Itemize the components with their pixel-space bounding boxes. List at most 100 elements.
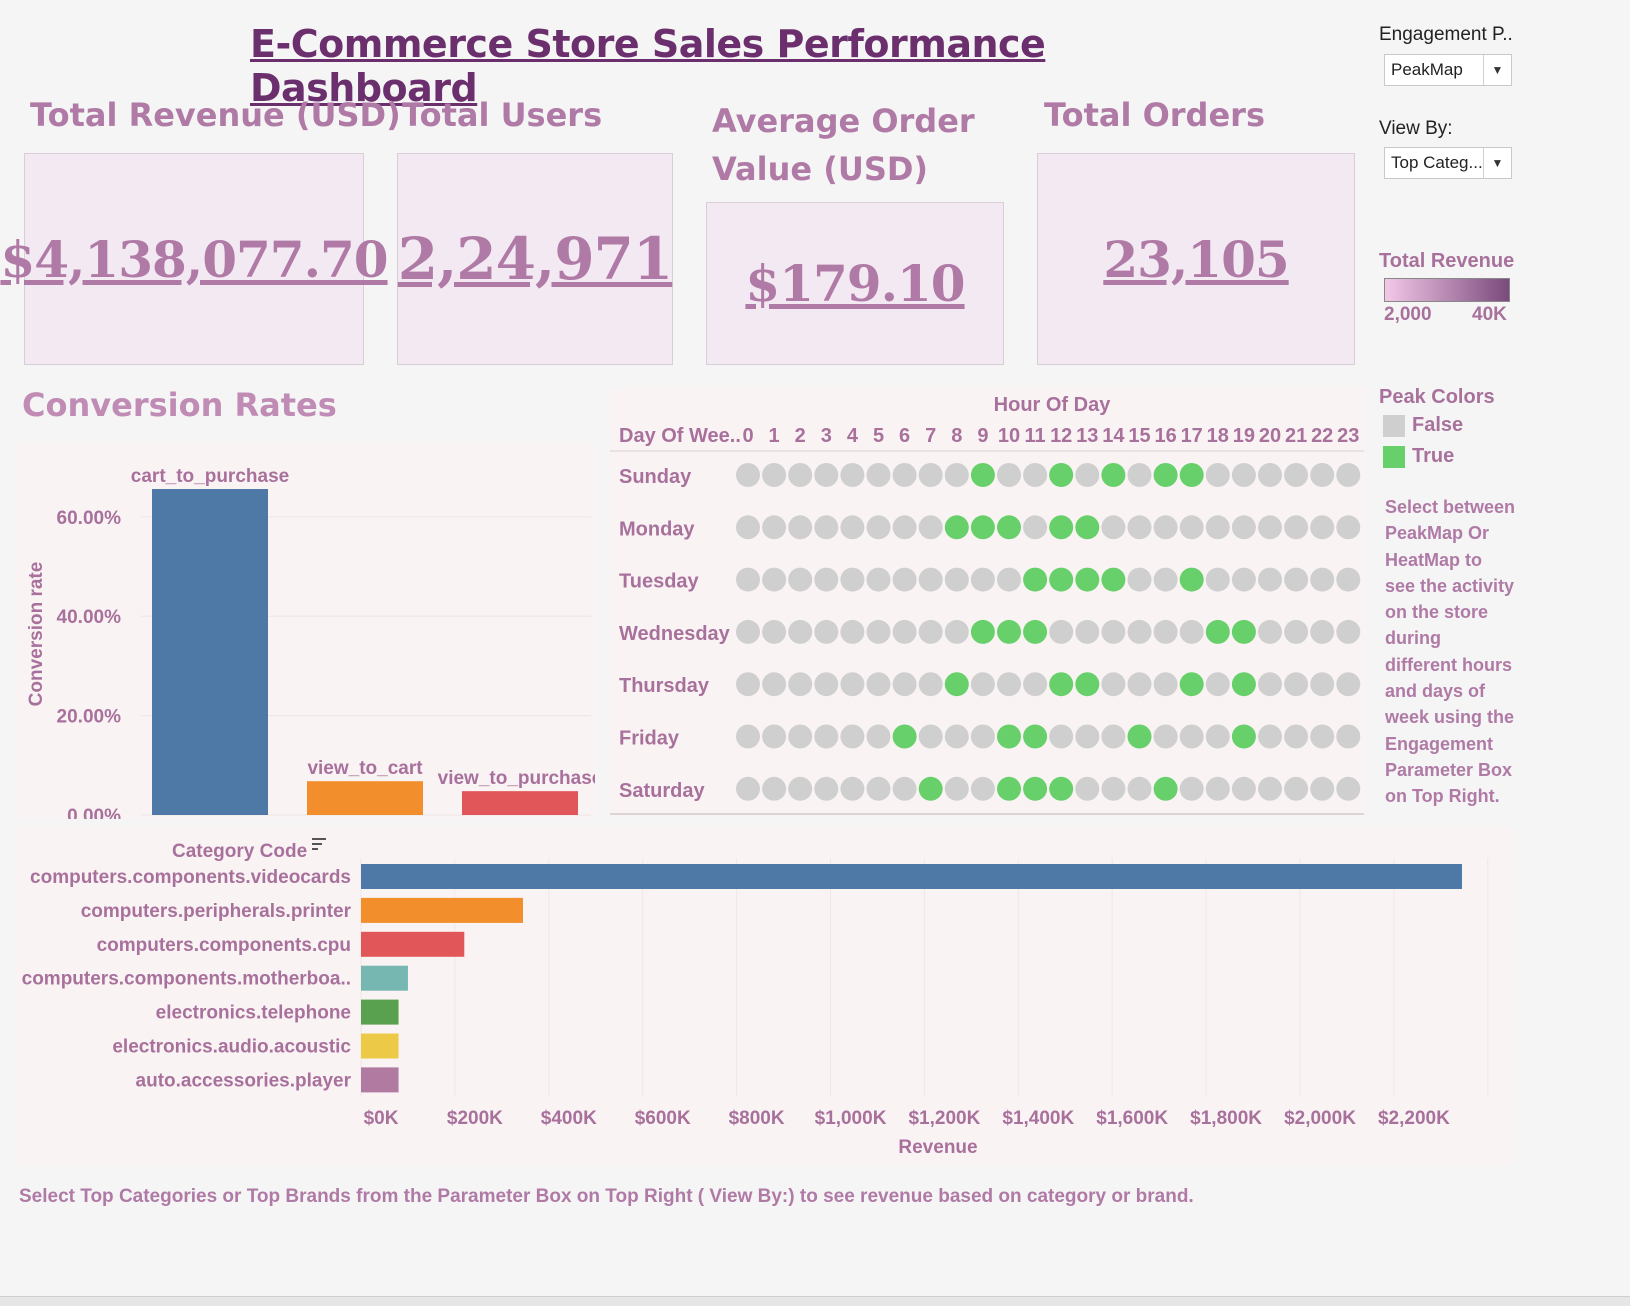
peak-dot-true bbox=[944, 515, 969, 540]
peak-dot-false bbox=[788, 724, 813, 749]
users-value[interactable]: 2,24,971 bbox=[398, 225, 674, 293]
peak-dot-false bbox=[788, 619, 813, 644]
peak-dot-false bbox=[1336, 463, 1361, 487]
category-bar bbox=[361, 931, 465, 957]
peak-dot-false bbox=[1336, 724, 1361, 749]
viewby-param-select[interactable]: Top Categ... ▼ bbox=[1384, 147, 1512, 179]
peak-dot-false bbox=[970, 672, 995, 697]
peak-dot-false bbox=[736, 672, 760, 697]
peak-dot-false bbox=[997, 463, 1021, 487]
hour-label: 0 bbox=[742, 425, 753, 447]
peak-dot-false bbox=[762, 463, 787, 487]
peak-dot-false bbox=[1310, 724, 1335, 749]
bar-label: cart_to_purchase bbox=[131, 466, 289, 487]
bar-cart_to_purchase bbox=[152, 489, 268, 815]
peak-true-label[interactable]: True bbox=[1412, 445, 1454, 468]
category-bar bbox=[361, 965, 408, 991]
hour-label: 14 bbox=[1102, 425, 1125, 447]
peak-dot-false bbox=[1231, 515, 1256, 540]
orders-value[interactable]: 23,105 bbox=[1103, 230, 1289, 289]
peak-dot-false bbox=[1284, 776, 1309, 801]
revenue-value[interactable]: $4,138,077.70 bbox=[0, 230, 388, 289]
hour-label: 22 bbox=[1311, 425, 1333, 447]
peak-dot-false bbox=[788, 567, 813, 592]
category-axis-header: Category Code bbox=[172, 841, 307, 862]
engagement-param-value: PeakMap bbox=[1391, 60, 1463, 79]
peak-dot-false bbox=[1284, 724, 1309, 749]
peak-dot-false bbox=[997, 672, 1021, 697]
x-tick-label: $1,200K bbox=[908, 1108, 980, 1129]
peak-dot-true bbox=[1075, 672, 1100, 697]
users-card[interactable]: 2,24,971 bbox=[397, 153, 673, 365]
peak-dot-false bbox=[1179, 619, 1204, 644]
hour-label: 4 bbox=[847, 425, 859, 447]
peak-dot-true bbox=[997, 724, 1021, 749]
peak-dot-true bbox=[1231, 724, 1256, 749]
engagement-param-select[interactable]: PeakMap ▼ bbox=[1384, 54, 1512, 86]
peak-dot-true bbox=[997, 619, 1021, 644]
peak-dot-false bbox=[788, 463, 813, 487]
peak-dot-false bbox=[1023, 515, 1048, 540]
x-tick-label: $600K bbox=[635, 1108, 691, 1129]
bar-view_to_cart bbox=[307, 781, 423, 815]
peak-dot-false bbox=[736, 776, 760, 801]
help-text-line: see the activity bbox=[1385, 575, 1515, 596]
peak-dot-false bbox=[1231, 463, 1256, 487]
chevron-down-icon[interactable]: ▼ bbox=[1483, 148, 1511, 178]
peak-dot-false bbox=[1153, 724, 1178, 749]
sheet-tab-strip[interactable] bbox=[0, 1296, 1630, 1306]
peak-dot-true bbox=[1153, 463, 1178, 487]
conversion-title: Conversion Rates bbox=[22, 386, 337, 424]
revenue-label: Total Revenue (USD) bbox=[30, 96, 401, 134]
hour-label: 3 bbox=[821, 425, 832, 447]
peak-dot-false bbox=[892, 463, 917, 487]
hour-axis-title: Hour Of Day bbox=[994, 394, 1112, 416]
day-label: Sunday bbox=[619, 466, 692, 488]
peak-dot-true bbox=[1075, 515, 1100, 540]
hour-label: 7 bbox=[925, 425, 936, 447]
peak-dot-false bbox=[1179, 724, 1204, 749]
day-label: Wednesday bbox=[619, 623, 731, 645]
revenue-legend-max: 40K bbox=[1472, 304, 1507, 325]
peak-dot-false bbox=[1023, 463, 1048, 487]
chevron-down-icon[interactable]: ▼ bbox=[1483, 55, 1511, 85]
peak-dot-true bbox=[1179, 567, 1204, 592]
orders-card[interactable]: 23,105 bbox=[1037, 153, 1355, 365]
peak-dot-false bbox=[1101, 619, 1126, 644]
y-tick-label: 60.00% bbox=[57, 508, 122, 529]
viewby-param-label: View By: bbox=[1379, 118, 1453, 139]
hour-label: 23 bbox=[1337, 425, 1359, 447]
help-text-line: on the store bbox=[1385, 602, 1489, 623]
peak-dot-false bbox=[840, 463, 865, 487]
peak-dot-true bbox=[1023, 619, 1048, 644]
peak-dot-false bbox=[762, 619, 787, 644]
peak-dot-false bbox=[1310, 619, 1335, 644]
category-label: computers.components.videocards bbox=[30, 867, 351, 888]
x-tick-label: $800K bbox=[729, 1108, 785, 1129]
peak-dot-true bbox=[1101, 567, 1126, 592]
revenue-card[interactable]: $4,138,077.70 bbox=[0, 153, 389, 365]
peak-false-label[interactable]: False bbox=[1412, 414, 1463, 437]
peak-dot-true bbox=[1049, 672, 1074, 697]
x-tick-label: $1,400K bbox=[1002, 1108, 1074, 1129]
aov-card[interactable]: $179.10 bbox=[706, 202, 1004, 365]
hour-label: 10 bbox=[998, 425, 1020, 447]
aov-value[interactable]: $179.10 bbox=[745, 254, 965, 313]
peak-dot-false bbox=[866, 567, 891, 592]
revenue-legend-min: 2,000 bbox=[1384, 304, 1432, 325]
peak-dot-false bbox=[788, 515, 813, 540]
x-tick-label: $2,000K bbox=[1284, 1108, 1356, 1129]
x-tick-label: $1,000K bbox=[815, 1108, 887, 1129]
peak-dot-false bbox=[1336, 672, 1361, 697]
peak-dot-false bbox=[788, 776, 813, 801]
x-tick-label: $0K bbox=[364, 1108, 399, 1129]
peak-dot-false bbox=[814, 724, 839, 749]
peak-dot-false bbox=[1101, 776, 1126, 801]
peak-dot-true bbox=[1231, 619, 1256, 644]
peak-dot-false bbox=[1127, 463, 1152, 487]
peak-dot-false bbox=[1127, 567, 1152, 592]
footer-note: Select Top Categories or Top Brands from… bbox=[19, 1186, 1194, 1207]
peak-dot-false bbox=[1310, 463, 1335, 487]
peak-dot-false bbox=[1336, 776, 1361, 801]
hour-label: 15 bbox=[1128, 425, 1150, 447]
